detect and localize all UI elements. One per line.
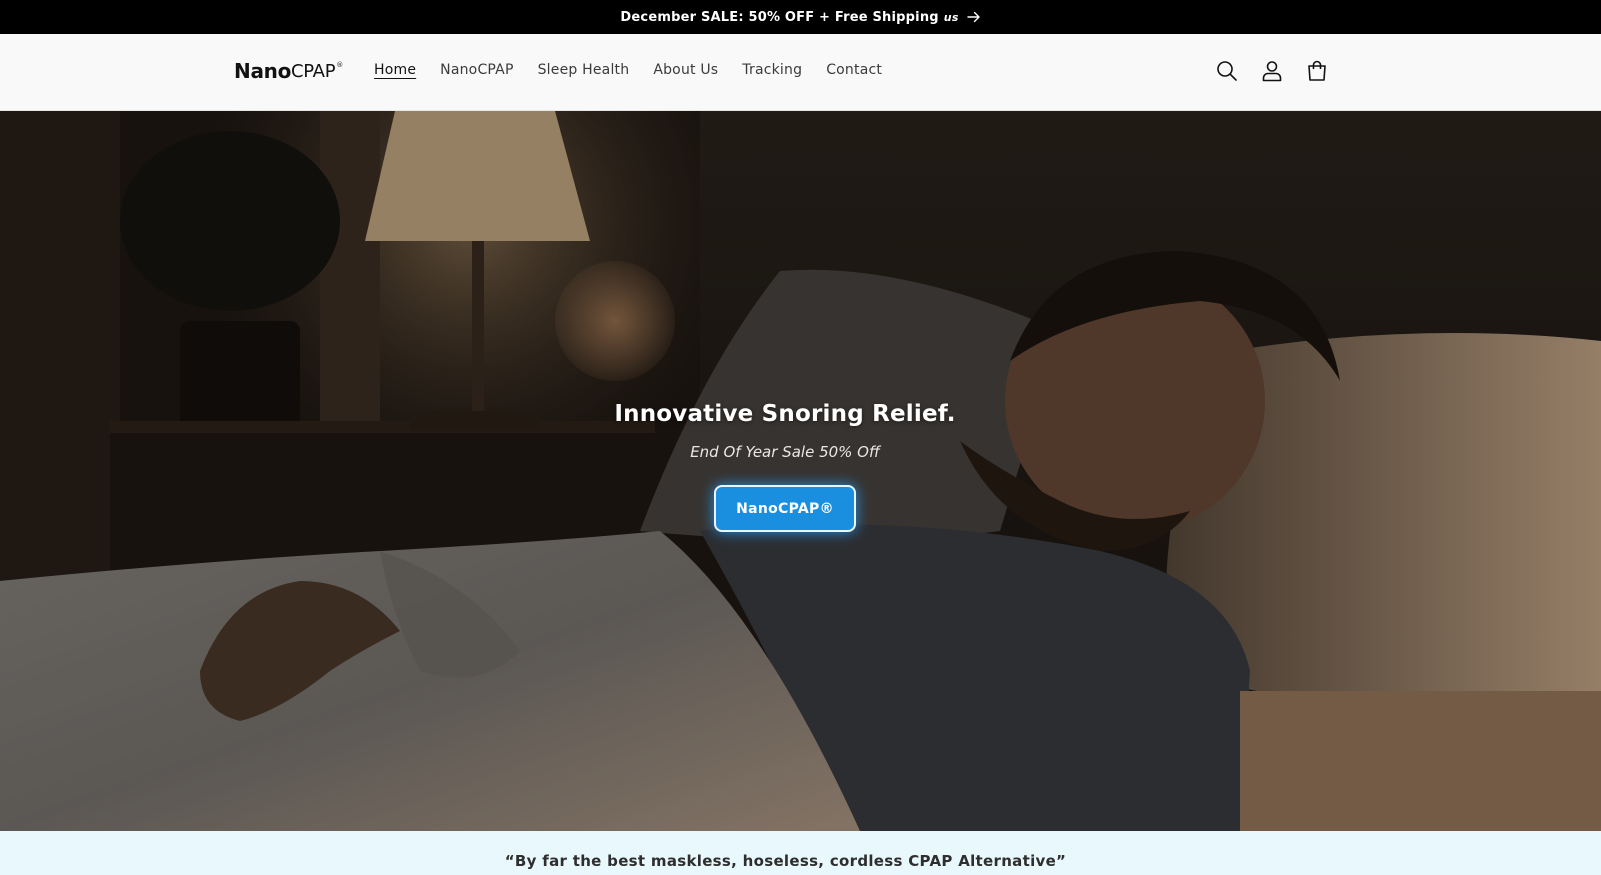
nav-item-about-us[interactable]: About Us — [653, 62, 718, 78]
nav-item-contact[interactable]: Contact — [826, 62, 882, 78]
hero-title: Innovative Snoring Relief. — [614, 401, 956, 427]
testimonial-bar: “By far the best maskless, hoseless, cor… — [0, 831, 1601, 875]
announcement-region: us — [943, 10, 959, 24]
main-nav: Home NanoCPAP Sleep Health About Us Trac… — [374, 62, 882, 78]
account-icon[interactable] — [1260, 58, 1284, 84]
nav-item-tracking[interactable]: Tracking — [742, 62, 802, 78]
site-header: Nano CPAP ® Home NanoCPAP Sleep Health A… — [0, 34, 1601, 111]
hero-subtitle: End Of Year Sale 50% Off — [690, 443, 880, 461]
logo-text-light: CPAP — [291, 61, 336, 82]
announcement-bar[interactable]: December SALE: 50% OFF + Free Shipping u… — [0, 0, 1601, 34]
hero-banner: Innovative Snoring Relief. End Of Year S… — [0, 111, 1601, 831]
nav-item-home[interactable]: Home — [374, 62, 416, 78]
shop-nanocpap-button[interactable]: NanoCPAP® — [714, 485, 856, 532]
header-icons — [1215, 58, 1329, 84]
logo-text-strong: Nano — [234, 59, 292, 83]
cart-icon[interactable] — [1305, 58, 1329, 84]
nav-item-sleep-health[interactable]: Sleep Health — [538, 62, 630, 78]
announcement-text: December SALE: 50% OFF + Free Shipping — [620, 9, 939, 25]
testimonial-quote: “By far the best maskless, hoseless, cor… — [504, 852, 1067, 870]
search-icon[interactable] — [1215, 58, 1239, 84]
logo-registered-mark: ® — [336, 61, 344, 69]
nav-item-nanocpap[interactable]: NanoCPAP — [440, 62, 513, 78]
arrow-right-icon — [966, 11, 981, 23]
site-logo[interactable]: Nano CPAP ® — [234, 59, 343, 83]
hero-content: Innovative Snoring Relief. End Of Year S… — [0, 401, 1570, 532]
